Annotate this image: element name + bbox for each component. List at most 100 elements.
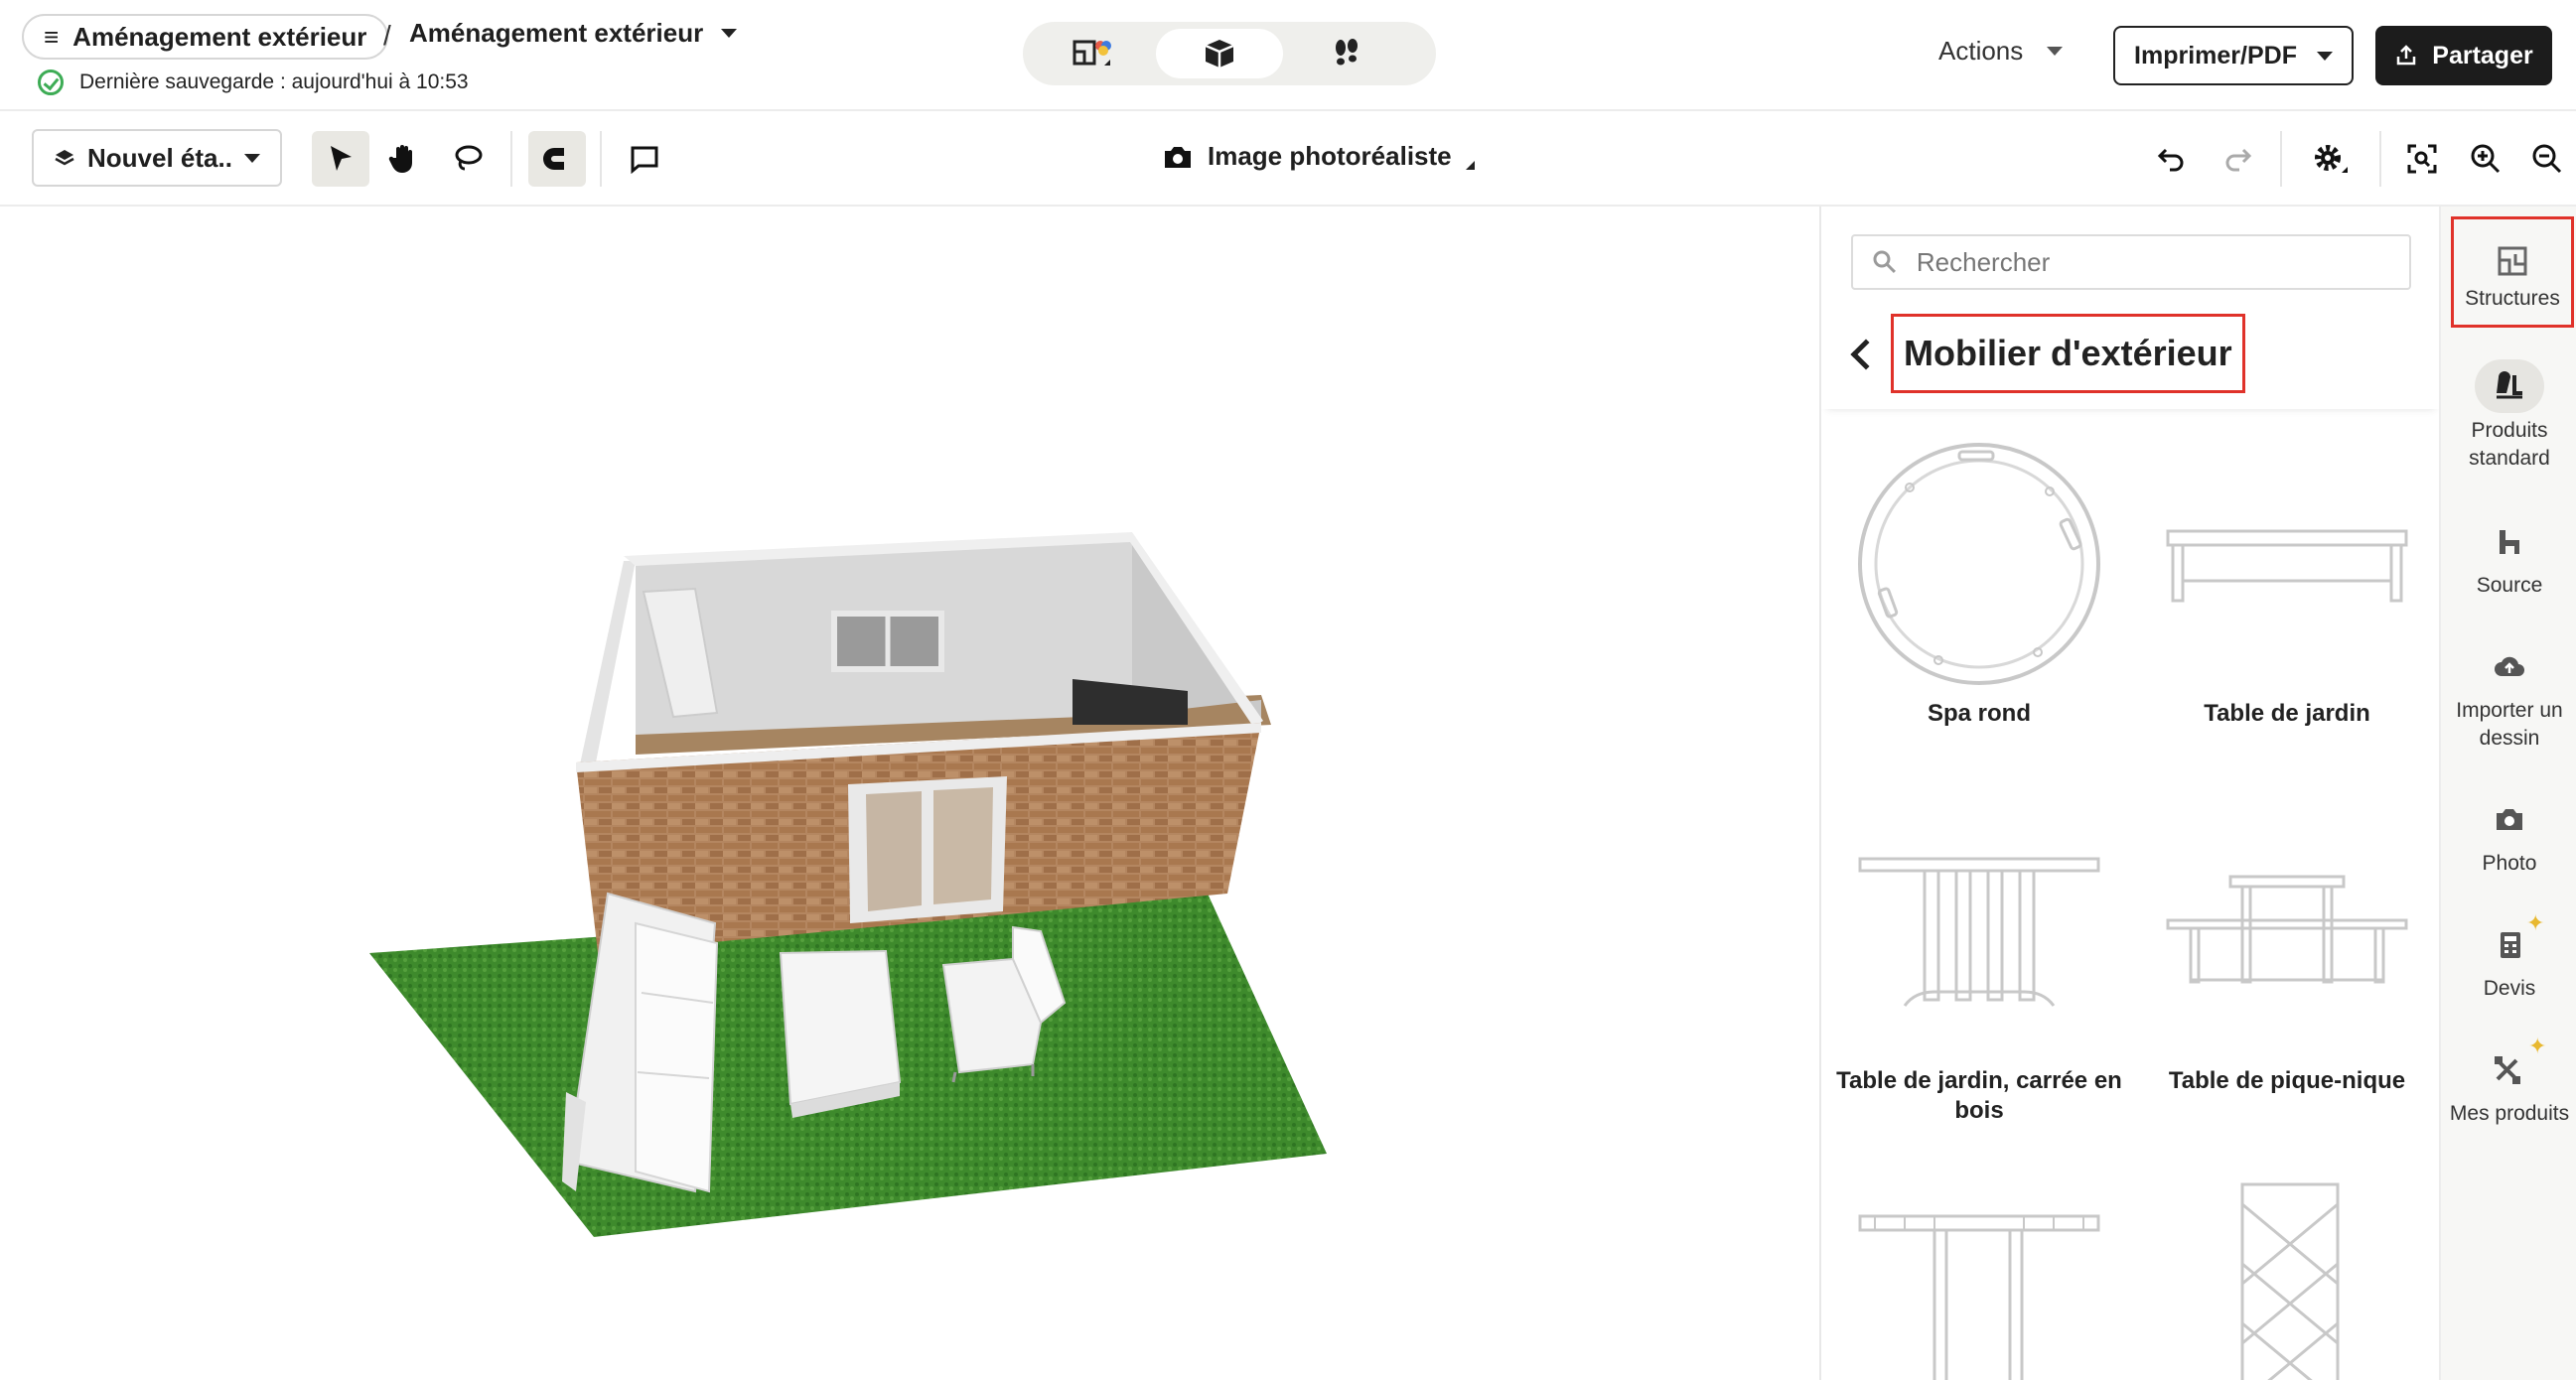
share-button[interactable]: Partager	[2375, 26, 2552, 85]
import-drawing-icon	[2475, 639, 2544, 693]
product-item-spa-rond[interactable]: Spa rond	[1825, 435, 2133, 729]
zoom-out-icon	[2532, 144, 2562, 174]
category-header: Mobilier d'extérieur	[1821, 306, 2439, 409]
3d-scene	[369, 532, 1327, 1237]
check-circle-icon	[38, 69, 64, 95]
pergola-icon	[1850, 1170, 2108, 1380]
square-wood-table-icon	[1850, 802, 2108, 1060]
search-icon	[1873, 250, 1896, 274]
floor-label: Nouvel éta...	[87, 142, 232, 173]
product-name: Spa rond	[1927, 700, 2031, 727]
zoom-in-button[interactable]	[2457, 131, 2514, 187]
select-arrow-icon	[331, 146, 352, 171]
my-products-icon: ✦	[2475, 1034, 2546, 1096]
product-name: Table de jardin	[2204, 700, 2370, 727]
lasso-tool[interactable]	[439, 131, 497, 187]
rail-item-structures[interactable]: Structures	[2451, 216, 2574, 328]
camera-icon	[1165, 146, 1191, 168]
photorealistic-label: Image photoréaliste	[1208, 141, 1452, 171]
garden-table-icon	[2158, 435, 2416, 693]
rail-item-source[interactable]: Source	[2441, 514, 2576, 600]
select-tool[interactable]	[312, 131, 369, 187]
save-status: Dernière sauvegarde : aujourd'hui à 10:5…	[38, 69, 469, 95]
rail-label: Mes produits	[2449, 1102, 2570, 1125]
product-item-trellis[interactable]	[2133, 1170, 2439, 1380]
footsteps-icon	[1336, 39, 1358, 66]
view-mode-switch	[1023, 22, 1436, 85]
product-name: Table de jardin, carrée en bois	[1836, 1067, 2122, 1124]
settings-button[interactable]	[2302, 131, 2360, 187]
actions-label: Actions	[1938, 36, 2024, 66]
picnic-table-icon	[2158, 802, 2416, 1060]
3d-viewport[interactable]	[0, 207, 1819, 1380]
2d-plan-icon	[1073, 40, 1111, 66]
comment-tool[interactable]	[616, 131, 673, 187]
share-label: Partager	[2432, 41, 2533, 69]
rail-item-mes-produits[interactable]: ✦ Mes produits	[2441, 1034, 2576, 1128]
source-icon	[2475, 514, 2544, 568]
top-header: ≡ Aménagement extérieur / Aménagement ex…	[0, 0, 2576, 111]
menu-icon: ≡	[44, 21, 60, 52]
product-name: Table de pique-nique	[2168, 1067, 2406, 1094]
pan-hand-icon	[388, 145, 412, 173]
sparkle-icon: ✦	[2526, 910, 2545, 935]
chevron-down-icon	[2047, 47, 2064, 56]
chevron-down-icon	[244, 153, 260, 163]
chevron-down-icon	[2316, 51, 2333, 61]
rail-item-importer[interactable]: Importer un dessin	[2441, 639, 2576, 753]
save-status-text: Dernière sauvegarde : aujourd'hui à 10:5…	[79, 70, 469, 93]
view-mode-3d[interactable]	[1156, 29, 1283, 78]
photo-icon	[2475, 792, 2544, 846]
print-label: Imprimer/PDF	[2134, 41, 2297, 69]
toolbar: Nouvel éta... Image photoréaliste	[0, 111, 2576, 207]
rail-item-photo[interactable]: Photo	[2441, 792, 2576, 878]
structures-icon	[2483, 241, 2542, 281]
product-item-table-de-jardin[interactable]: Table de jardin	[2133, 435, 2439, 729]
view-mode-2d[interactable]	[1029, 29, 1156, 78]
rail-item-produits-standard[interactable]: Produits standard	[2441, 359, 2576, 473]
toolbar-divider	[2379, 131, 2381, 187]
rail-label: Devis	[2483, 977, 2536, 1000]
redo-button[interactable]	[2209, 131, 2266, 187]
comment-icon	[631, 146, 658, 174]
trellis-icon	[2158, 1170, 2416, 1380]
product-item-table-carree-bois[interactable]: Table de jardin, carrée en bois	[1825, 802, 2133, 1126]
category-title: Mobilier d'extérieur	[1891, 314, 2245, 393]
view-mode-walkthrough[interactable]	[1283, 29, 1410, 78]
chevron-down-icon	[721, 29, 738, 38]
breadcrumb-separator: /	[383, 20, 391, 51]
undo-button[interactable]	[2143, 131, 2201, 187]
photorealistic-image-button[interactable]: Image photoréaliste	[1162, 141, 1475, 172]
left-wall	[580, 561, 636, 764]
pan-tool[interactable]	[375, 131, 433, 187]
rail-label: Importer un dessin	[2456, 699, 2563, 750]
rail-item-devis[interactable]: ✦ Devis	[2441, 910, 2576, 1003]
right-rail: Structures Produits standard Source Impo…	[2439, 207, 2576, 1380]
fit-view-button[interactable]	[2393, 131, 2451, 187]
floor-selector[interactable]: Nouvel éta...	[32, 129, 282, 187]
round-spa-icon	[1850, 435, 2108, 693]
zoom-out-button[interactable]	[2518, 131, 2576, 187]
print-pdf-button[interactable]: Imprimer/PDF	[2113, 26, 2354, 85]
project-menu-button[interactable]: ≡ Aménagement extérieur	[22, 14, 389, 60]
quote-icon: ✦	[2475, 910, 2544, 971]
layers-icon	[55, 150, 74, 166]
actions-menu[interactable]: Actions	[1938, 36, 2064, 67]
magnet-tool[interactable]	[528, 131, 586, 187]
product-item-table-pique-nique[interactable]: Table de pique-nique	[2133, 802, 2439, 1096]
corner-arrow-icon	[1465, 161, 1475, 170]
project-name: Aménagement extérieur	[409, 18, 704, 48]
lasso-icon	[455, 145, 483, 171]
product-item-pergola[interactable]	[1825, 1170, 2133, 1380]
project-name-dropdown[interactable]: Aménagement extérieur	[409, 18, 738, 49]
settings-icon	[2315, 145, 2348, 173]
standard-products-icon	[2475, 359, 2544, 413]
3d-box-icon	[1205, 40, 1234, 68]
back-chevron-icon[interactable]	[1850, 339, 1882, 370]
search-input[interactable]	[1916, 246, 2391, 278]
redo-icon	[2225, 148, 2252, 172]
share-icon	[2397, 45, 2416, 66]
toolbar-divider	[600, 131, 602, 187]
undo-icon	[2157, 148, 2184, 172]
toolbar-divider	[2280, 131, 2282, 187]
